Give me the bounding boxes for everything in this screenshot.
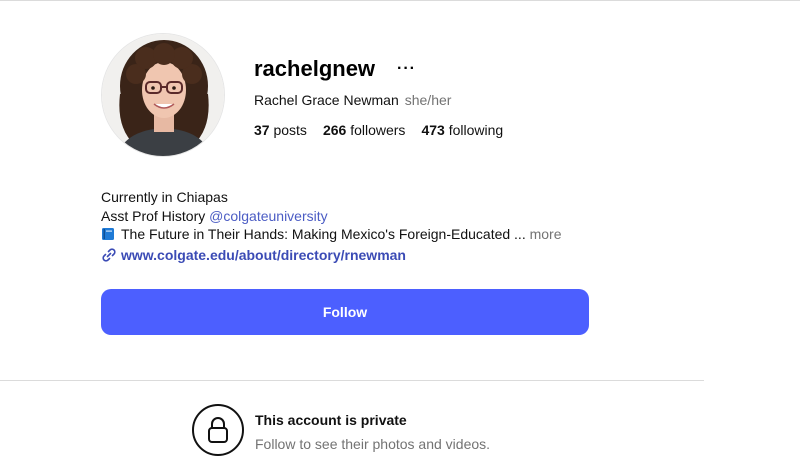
section-divider — [0, 380, 704, 381]
profile-username: rachelgnew — [254, 56, 376, 81]
lock-icon-container — [192, 404, 244, 456]
follow-button[interactable]: Follow — [101, 289, 589, 335]
profile-stats: 37 posts 266 followers 473 following — [254, 122, 503, 138]
following-label: following — [448, 122, 504, 138]
lock-icon — [208, 417, 228, 443]
blue-book-icon — [102, 228, 114, 240]
external-link[interactable]: www.colgate.edu/about/directory/rnewman — [101, 247, 406, 263]
followers-label: followers — [350, 122, 406, 138]
posts-count: 37 — [254, 122, 270, 138]
mention-link[interactable]: @colgateuniversity — [209, 208, 328, 224]
bio-line-title: Asst Prof History @colgateuniversity — [101, 207, 562, 226]
bio-book-text: The Future in Their Hands: Making Mexico… — [121, 226, 526, 242]
profile-full-name: Rachel Grace Newman she/her — [254, 92, 451, 108]
link-text: www.colgate.edu/about/directory/rnewman — [121, 247, 406, 263]
profile-bio: Currently in Chiapas Asst Prof History @… — [101, 188, 562, 244]
bio-line-book: The Future in Their Hands: Making Mexico… — [101, 225, 562, 244]
posts-stat: 37 posts — [254, 122, 307, 138]
avatar-photo — [102, 34, 224, 156]
following-stat[interactable]: 473 following — [421, 122, 503, 138]
followers-count: 266 — [322, 122, 347, 138]
private-account-subtitle: Follow to see their photos and videos. — [255, 436, 491, 452]
bio-more-button[interactable]: more — [530, 226, 562, 242]
following-count: 473 — [421, 122, 445, 138]
followers-stat[interactable]: 266 followers — [323, 122, 406, 138]
pronouns: she/her — [404, 92, 452, 108]
more-options-icon[interactable]: ··· — [397, 60, 416, 78]
avatar[interactable] — [101, 33, 225, 157]
bio-line-location: Currently in Chiapas — [101, 189, 228, 205]
bio-title-text: Asst Prof History — [101, 207, 206, 224]
full-name-text: Rachel Grace Newman — [254, 92, 399, 108]
posts-label: posts — [273, 122, 307, 138]
link-icon — [102, 248, 116, 262]
top-divider — [0, 0, 800, 1]
private-account-title: This account is private — [255, 412, 407, 428]
